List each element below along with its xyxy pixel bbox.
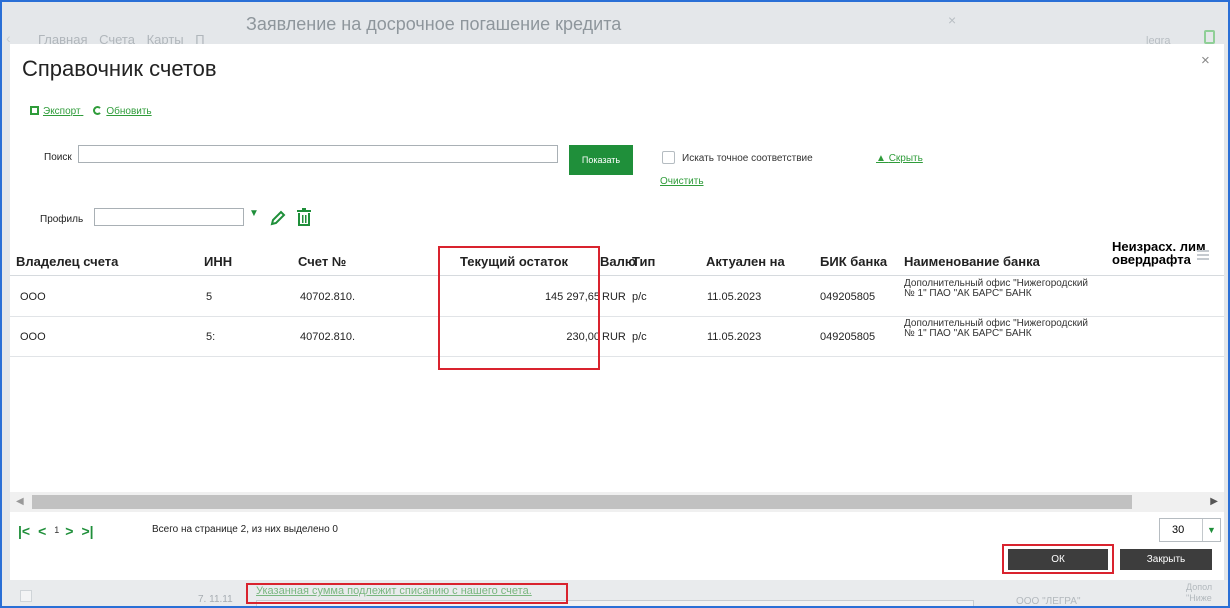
cell-inn: 5: [206, 291, 213, 303]
profile-label: Профиль: [40, 214, 84, 225]
col-currency[interactable]: Валю: [600, 254, 636, 269]
balance-highlight-box: [438, 246, 600, 370]
cell-type: р/с: [632, 291, 647, 303]
page-size-value: 30: [1172, 524, 1185, 536]
chevron-down-icon[interactable]: ▼: [1202, 519, 1220, 541]
pagination: |< <1 > >|: [18, 523, 102, 539]
column-menu-icon[interactable]: [1197, 250, 1209, 260]
cell-currency: RUR: [602, 291, 626, 303]
table-row[interactable]: ООО 5 40702.810. 145 297,65 RUR р/с 11.0…: [10, 277, 1224, 317]
close-button[interactable]: Закрыть: [1120, 549, 1212, 570]
next-page-icon[interactable]: >: [65, 523, 73, 539]
exact-match-label: Искать точное соответствие: [682, 153, 813, 164]
prev-page-icon[interactable]: <: [38, 523, 46, 539]
col-actual[interactable]: Актуален на: [706, 254, 785, 269]
chevron-down-icon[interactable]: ▼: [249, 208, 259, 219]
hide-label: Скрыть: [888, 153, 923, 164]
col-account[interactable]: Счет №: [298, 254, 346, 269]
close-icon[interactable]: ×: [1201, 52, 1210, 69]
cell-account: 40702.810.: [300, 331, 356, 343]
show-button[interactable]: Показать: [569, 145, 633, 175]
profile-select[interactable]: [94, 208, 244, 226]
scrollbar-thumb[interactable]: [32, 495, 1132, 509]
clear-link[interactable]: Очистить: [660, 176, 704, 187]
first-page-icon[interactable]: |<: [18, 523, 30, 539]
export-icon: [30, 106, 39, 115]
background-org: ООО "ЛЕГРА": [1016, 596, 1081, 607]
note-highlight-box: [246, 583, 568, 604]
cell-currency: RUR: [602, 331, 626, 343]
background-date: 7. 11.11: [198, 594, 233, 605]
refresh-link[interactable]: Обновить: [93, 106, 152, 117]
trash-icon[interactable]: [296, 208, 312, 226]
cell-actual: 11.05.2023: [707, 291, 762, 303]
ok-highlight-box: [1002, 544, 1114, 574]
background-logout-icon: [1204, 30, 1215, 44]
cell-bik: 049205805: [820, 331, 876, 343]
cell-owner: ООО: [20, 331, 46, 343]
col-bank[interactable]: Наименование банка: [904, 254, 1040, 269]
col-overdraft[interactable]: Неизрасх. лим овердрафта: [1112, 240, 1206, 266]
current-page: 1: [54, 525, 60, 535]
table-header: Владелец счета ИНН Счет № Текущий остато…: [10, 238, 1224, 276]
cell-actual: 11.05.2023: [707, 331, 762, 343]
background-side-text: Допол "Ниже: [1186, 582, 1213, 603]
cell-bank: Дополнительный офис "Нижегородский № 1" …: [904, 318, 1088, 339]
pager-info: Всего на странице 2, из них выделено 0: [152, 524, 338, 535]
cell-account: 40702.810.: [300, 291, 356, 303]
dialog-title: Справочник счетов: [22, 56, 217, 81]
page-size-select[interactable]: 30 ▼: [1159, 518, 1221, 542]
background-form-row: 7. 11.11 Указанная сумма подлежит списан…: [2, 580, 1228, 607]
background-checkbox: [20, 590, 32, 602]
cell-bik: 049205805: [820, 291, 876, 303]
refresh-icon: [93, 106, 103, 115]
cell-bank: Дополнительный офис "Нижегородский № 1" …: [904, 278, 1088, 299]
background-title: Заявление на досрочное погашение кредита: [246, 14, 622, 34]
exact-match-checkbox[interactable]: [662, 151, 675, 164]
cell-type: р/с: [632, 331, 647, 343]
cell-inn: 5:: [206, 331, 216, 343]
search-input[interactable]: [78, 145, 558, 163]
table-row[interactable]: ООО 5: 40702.810. 230,00 RUR р/с 11.05.2…: [10, 317, 1224, 357]
col-overdraft-line2: овердрафта: [1112, 252, 1191, 267]
export-label: Экспорт: [43, 106, 81, 117]
col-inn[interactable]: ИНН: [204, 254, 232, 269]
dialog-toolbar: Экспорт Обновить: [30, 106, 162, 117]
refresh-label: Обновить: [106, 106, 152, 117]
export-link[interactable]: Экспорт: [30, 106, 83, 117]
col-type[interactable]: Тип: [632, 254, 655, 269]
scroll-right-icon[interactable]: ▶: [1210, 496, 1218, 507]
col-owner[interactable]: Владелец счета: [16, 254, 118, 269]
cell-owner: ООО: [20, 291, 46, 303]
last-page-icon[interactable]: >|: [81, 523, 93, 539]
edit-pencil-icon[interactable]: [270, 210, 286, 226]
col-bik[interactable]: БИК банка: [820, 254, 887, 269]
horizontal-scrollbar[interactable]: ◀ ▶: [10, 492, 1224, 512]
background-close-icon: ×: [948, 12, 957, 28]
hide-filters-link[interactable]: ▲ Скрыть: [876, 153, 923, 164]
app-window: ‹ Главная Счета Карты П Заявление на дос…: [0, 0, 1230, 608]
search-label: Поиск: [44, 152, 72, 163]
scroll-left-icon[interactable]: ◀: [16, 496, 24, 507]
